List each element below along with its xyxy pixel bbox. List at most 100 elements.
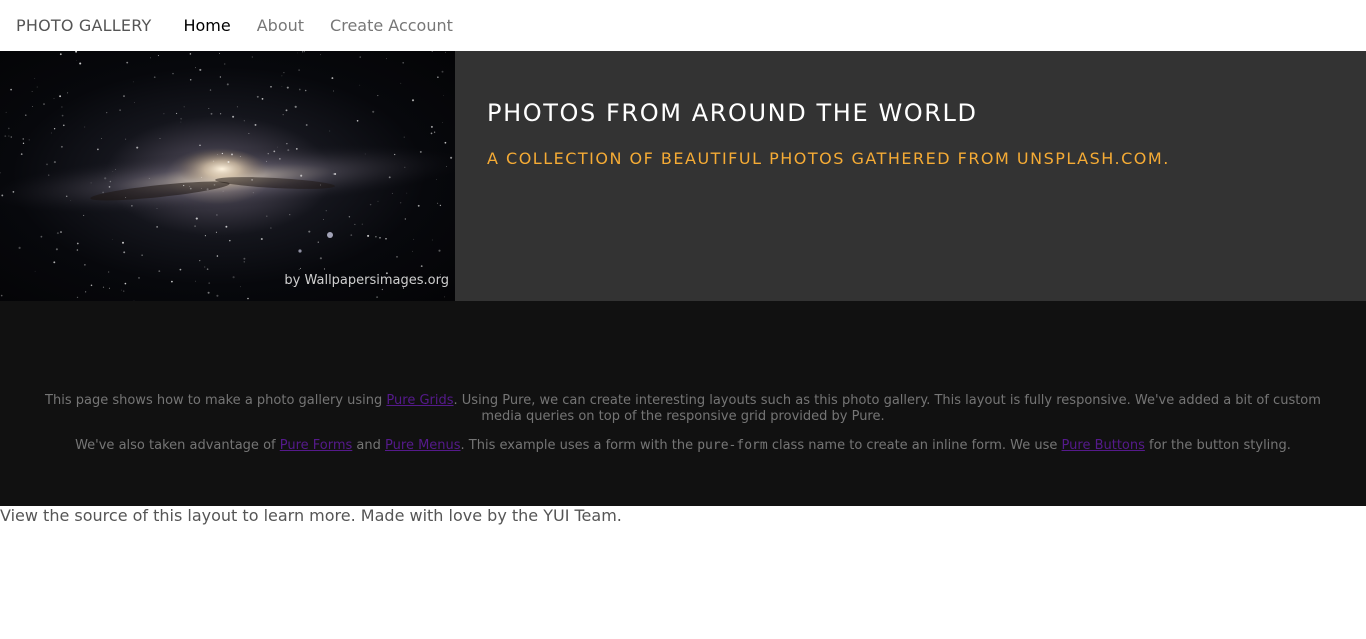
star-dot [20, 153, 23, 155]
star-dot [76, 242, 79, 245]
star-dot [334, 172, 337, 176]
star-dot [282, 113, 284, 116]
star-dot [34, 270, 36, 272]
pure-grids-link[interactable]: Pure Grids [386, 393, 453, 408]
star-dot [204, 235, 206, 237]
star-dot [385, 238, 387, 240]
star-dot [400, 202, 402, 204]
star-dot [201, 177, 203, 178]
star-dot [438, 249, 441, 252]
star-dot [431, 239, 433, 241]
star-dot [179, 268, 182, 271]
star-dot [50, 132, 52, 134]
star-dot [430, 132, 433, 135]
star-dot [285, 109, 288, 112]
star-dot [372, 110, 375, 113]
star-dot [226, 83, 229, 86]
star-dot [121, 289, 122, 291]
star-dot [206, 268, 209, 270]
star-dot [270, 227, 272, 229]
star-dot [43, 103, 45, 106]
star-dot [163, 113, 165, 115]
star-dot [437, 202, 439, 204]
star-dot [171, 280, 173, 283]
info-text: . Using Pure, we can create interesting … [453, 393, 1321, 424]
info-text: class name to create an inline form. We … [767, 438, 1062, 453]
star-dot [348, 216, 351, 218]
info-text: This page shows how to make a photo gall… [45, 393, 387, 408]
star-dot [218, 52, 220, 54]
star-dot [46, 163, 48, 166]
star-dot [433, 131, 436, 133]
star-dot [189, 53, 192, 55]
info-text: for the button styling. [1144, 438, 1291, 453]
star-dot [224, 63, 226, 65]
nav-item-home[interactable]: Home [183, 16, 230, 35]
star-dot [53, 97, 55, 100]
pure-menus-link[interactable]: Pure Menus [385, 438, 461, 453]
pure-buttons-link[interactable]: Pure Buttons [1062, 438, 1145, 453]
page-subtitle: A COLLECTION OF BEAUTIFUL PHOTOS GATHERE… [487, 149, 1170, 168]
star-dot [90, 182, 92, 184]
star-dot [4, 135, 7, 137]
brand-link[interactable]: PHOTO GALLERY [16, 16, 151, 35]
star-dot [400, 82, 402, 84]
star-dot [391, 192, 393, 194]
star-dot [236, 106, 238, 108]
star-dot [59, 95, 62, 98]
star-dot [222, 190, 224, 192]
star-dot [53, 128, 56, 130]
star-dot [436, 179, 437, 180]
star-dot [364, 153, 366, 155]
star-dot [404, 218, 406, 220]
star-dot [297, 52, 299, 54]
star-dot [158, 270, 161, 272]
star-dot [320, 54, 321, 56]
star-dot [304, 89, 307, 92]
star-dot [404, 166, 406, 168]
star-dot [298, 269, 300, 270]
star-dot [403, 136, 405, 138]
star-dot [123, 95, 125, 98]
star-dot [34, 77, 36, 79]
star-dot [243, 120, 245, 122]
star-dot [75, 51, 78, 53]
star-dot [417, 204, 420, 207]
star-dot [156, 208, 158, 209]
star-dot [350, 234, 353, 236]
star-dot [61, 114, 64, 117]
star-dot [84, 264, 86, 266]
star-dot [131, 205, 133, 207]
star-dot [61, 106, 63, 108]
star-dot [59, 53, 62, 56]
star-dot [189, 78, 192, 81]
star-dot [270, 85, 272, 88]
star-dot [254, 123, 257, 126]
star-dot [444, 296, 446, 298]
star-dot [329, 130, 331, 132]
star-dot [419, 150, 422, 153]
pure-forms-link[interactable]: Pure Forms [280, 438, 353, 453]
star-dot [195, 67, 196, 69]
star-dot [123, 251, 126, 254]
star-dot [8, 127, 10, 130]
nav-item-create-account[interactable]: Create Account [330, 16, 453, 35]
star-dot [212, 160, 215, 162]
star-dot [40, 235, 43, 238]
star-dot [266, 160, 267, 162]
star-dot [10, 88, 12, 91]
star-dot [247, 297, 249, 300]
star-dot [109, 180, 112, 183]
star-dot [260, 237, 263, 241]
star-dot [239, 156, 241, 157]
star-dot [219, 76, 222, 78]
star-dot [106, 112, 108, 114]
star-dot [159, 138, 161, 139]
star-dot [289, 214, 291, 216]
star-dot [25, 114, 27, 116]
star-dot [267, 153, 269, 155]
nav-item-about[interactable]: About [257, 16, 304, 35]
star-dot [183, 184, 185, 187]
star-dot [376, 296, 379, 299]
star-dot [379, 236, 381, 239]
